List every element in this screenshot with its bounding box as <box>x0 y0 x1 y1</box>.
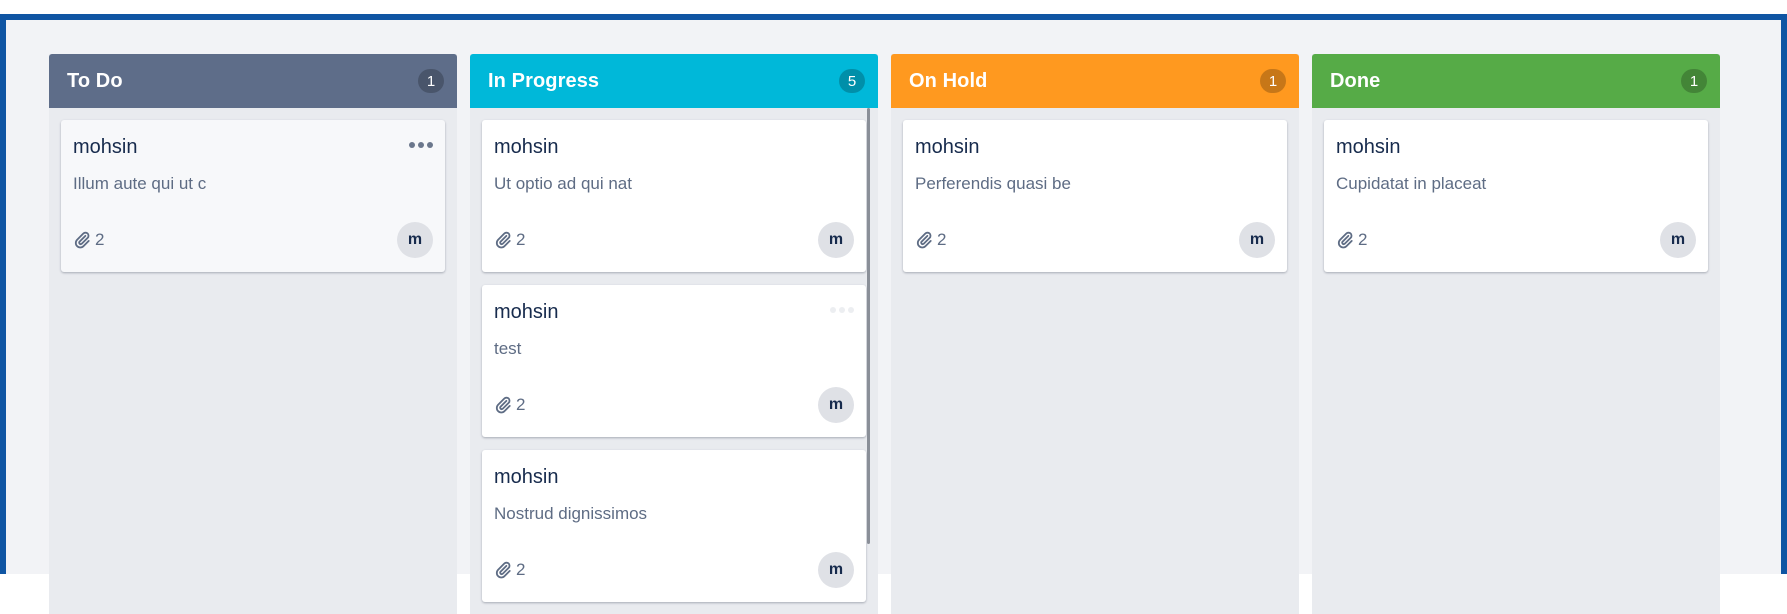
column-on-hold: On Hold 1 mohsin Perferendis quasi be 2 … <box>891 54 1299 614</box>
column-title: To Do <box>67 69 123 92</box>
task-card[interactable]: mohsin Perferendis quasi be 2 m <box>903 120 1287 272</box>
paperclip-icon <box>916 231 932 249</box>
task-card[interactable]: mohsin Ut optio ad qui nat 2 m <box>482 120 866 272</box>
avatar[interactable]: m <box>397 222 433 258</box>
column-header-todo: To Do 1 <box>49 54 457 108</box>
attachment-count: 2 <box>494 230 525 250</box>
column-count-badge: 1 <box>1260 69 1286 93</box>
board-frame: To Do 1 mohsin Illum aute qui ut c 2 m I… <box>0 14 1787 614</box>
paperclip-icon <box>495 231 511 249</box>
column-done: Done 1 mohsin Cupidatat in placeat 2 m <box>1312 54 1720 614</box>
column-count-badge: 1 <box>418 69 444 93</box>
kanban-board: To Do 1 mohsin Illum aute qui ut c 2 m I… <box>49 54 1720 614</box>
card-description: test <box>494 339 522 358</box>
card-title: mohsin <box>494 136 559 158</box>
avatar[interactable]: m <box>818 387 854 423</box>
attachment-count-value: 2 <box>516 560 526 579</box>
task-card[interactable]: mohsin Nostrud dignissimos 2 m <box>482 450 866 602</box>
attachment-count: 2 <box>915 230 946 250</box>
card-description: Nostrud dignissimos <box>494 504 648 523</box>
attachment-count-value: 2 <box>516 230 526 249</box>
card-title: mohsin <box>494 301 559 323</box>
more-icon[interactable] <box>409 142 433 148</box>
avatar[interactable]: m <box>1239 222 1275 258</box>
card-description: Ut optio ad qui nat <box>494 174 632 193</box>
attachment-count-value: 2 <box>95 230 105 249</box>
card-title: mohsin <box>73 136 138 158</box>
card-description: Perferendis quasi be <box>915 174 1071 193</box>
column-title: In Progress <box>488 69 600 92</box>
column-title: On Hold <box>909 69 988 92</box>
attachment-count: 2 <box>73 230 104 250</box>
attachment-count: 2 <box>494 395 525 415</box>
card-description: Illum aute qui ut c <box>73 174 207 193</box>
task-card[interactable]: mohsin Cupidatat in placeat 2 m <box>1324 120 1708 272</box>
card-title: mohsin <box>1336 136 1401 158</box>
column-header-in-progress: In Progress 5 <box>470 54 878 108</box>
column-count-badge: 1 <box>1681 69 1707 93</box>
column-in-progress: In Progress 5 mohsin Ut optio ad qui nat… <box>470 54 878 614</box>
paperclip-icon <box>495 396 511 414</box>
task-card[interactable]: mohsin Illum aute qui ut c 2 m <box>61 120 445 272</box>
attachment-count: 2 <box>1336 230 1367 250</box>
paperclip-icon <box>74 231 90 249</box>
column-header-on-hold: On Hold 1 <box>891 54 1299 108</box>
column-count-badge: 5 <box>839 69 865 93</box>
attachment-count-value: 2 <box>937 230 947 249</box>
paperclip-icon <box>495 561 511 579</box>
column-todo: To Do 1 mohsin Illum aute qui ut c 2 m <box>49 54 457 614</box>
avatar[interactable]: m <box>1660 222 1696 258</box>
avatar[interactable]: m <box>818 552 854 588</box>
card-description: Cupidatat in placeat <box>1336 174 1487 193</box>
attachment-count-value: 2 <box>1358 230 1368 249</box>
task-card[interactable]: mohsin test 2 m <box>482 285 866 437</box>
column-scrollbar[interactable] <box>867 108 870 544</box>
avatar[interactable]: m <box>818 222 854 258</box>
more-icon[interactable] <box>830 307 854 313</box>
attachment-count: 2 <box>494 560 525 580</box>
card-title: mohsin <box>915 136 980 158</box>
column-title: Done <box>1330 69 1381 92</box>
card-title: mohsin <box>494 466 559 488</box>
column-header-done: Done 1 <box>1312 54 1720 108</box>
paperclip-icon <box>1337 231 1353 249</box>
attachment-count-value: 2 <box>516 395 526 414</box>
